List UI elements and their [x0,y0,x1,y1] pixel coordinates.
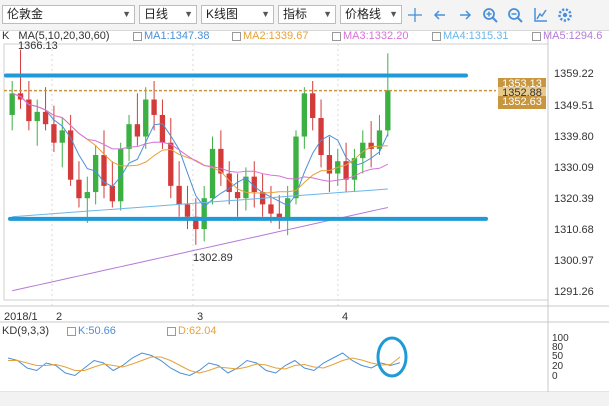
high-annotation: 1366.13 [18,40,58,52]
kd-axis-label: 0 [552,371,558,382]
instrument-value: 伦敦金 [7,7,44,21]
candle-body [143,99,149,137]
candle-body [84,192,90,199]
candle-body [42,111,49,125]
candle-body [134,124,141,137]
candle-body [301,93,308,137]
candle-body [218,148,224,174]
ma4-legend[interactable]: MA4:1315.31 [432,30,510,42]
chevron-down-icon: ▼ [122,9,131,19]
candle-body [118,148,124,202]
candle-body [59,130,65,143]
candle-body [184,204,191,217]
ma1-checkbox[interactable] [133,31,142,41]
chart-area[interactable]: K MA(5,10,20,30,60) MA1:1347.38 MA2:1339… [0,30,609,406]
candle-body [51,124,57,143]
arrow-left-icon[interactable] [431,6,449,24]
candle-body [385,90,391,131]
ma4-value: MA4:1315.31 [443,30,509,42]
kd-d-value: D:62.04 [178,325,217,337]
candle-body [284,198,291,220]
candle-body [109,185,116,202]
k-label: K [2,30,10,42]
kd-d-checkbox[interactable] [167,326,176,336]
x-axis-label: 2018/1 [4,311,38,323]
ma4-line [12,188,388,218]
ma2-legend[interactable]: MA2:1339.67 [232,30,310,42]
ma2-value: MA2:1339.67 [243,30,309,42]
ma3-legend[interactable]: MA3:1332.20 [332,30,410,42]
ma3-checkbox[interactable] [332,31,341,41]
indicator-dropdown[interactable]: 指标 ▼ [278,5,336,24]
ma3-value: MA3:1332.20 [343,30,409,42]
line-type-value: 价格线 [345,7,382,21]
zoom-in-icon[interactable] [481,6,499,24]
price-axis-label: 1339.80 [554,131,594,143]
candle-body [9,93,15,115]
candle-body [234,192,241,199]
price-axis-label: 1349.51 [554,100,594,112]
candle-body [34,111,40,122]
period-value: 日线 [144,7,169,21]
ma1-legend[interactable]: MA1:1347.38 [133,30,211,42]
candle-body [176,185,182,205]
price-axis-label: 1330.09 [554,162,594,174]
price-axis-label: 1310.68 [554,224,594,236]
price-panel-frame [3,43,549,301]
ma5-legend[interactable]: MA5:1294.6 [532,30,609,42]
ma4-checkbox[interactable] [432,31,441,41]
kd-k-checkbox[interactable] [67,326,76,336]
autoscale-icon[interactable] [531,6,549,24]
chevron-down-icon: ▼ [261,9,270,19]
kd-d-line [8,356,401,374]
x-axis-label: 3 [197,311,204,323]
instrument-dropdown[interactable]: 伦敦金 ▼ [2,5,135,24]
period-dropdown[interactable]: 日线 ▼ [139,5,197,24]
scrollbar-track [0,392,609,406]
indicator-value: 指标 [283,7,308,21]
ma5-value: MA5:1294.6 [543,30,603,42]
candle-body [76,179,82,199]
price-tag-low: 1352.63 [498,96,546,109]
ma2-checkbox[interactable] [232,31,241,41]
chevron-down-icon: ▼ [184,9,193,19]
chart-type-dropdown[interactable]: K线图 ▼ [201,5,274,24]
kd-label: KD(9,3,3) [2,325,50,337]
crosshair-icon[interactable] [406,6,424,24]
price-axis-label: 1300.97 [554,255,594,267]
toolbar: 伦敦金 ▼ 日线 ▼ K线图 ▼ 指标 ▼ 价格线 ▼ [0,0,609,31]
x-axis-label: 4 [342,311,349,323]
candle-body [209,148,216,199]
kd-d-legend[interactable]: D:62.04 [167,325,219,337]
line-type-dropdown[interactable]: 价格线 ▼ [340,5,402,24]
candle-body [101,155,107,186]
chevron-down-icon: ▼ [323,9,332,19]
zoom-out-icon[interactable] [506,6,524,24]
candle-body [318,118,324,156]
ma1-value: MA1:1347.38 [144,30,210,42]
price-axis-label: 1320.39 [554,193,594,205]
settings-icon[interactable] [556,6,574,24]
kd-k-legend[interactable]: K:50.66 [67,325,118,337]
candle-body [151,99,157,115]
price-axis-label: 1291.26 [554,286,594,298]
chevron-down-icon: ▼ [389,9,398,19]
candle-body [159,114,166,143]
candle-body [268,204,274,214]
candle-body [126,124,132,149]
candle-body [310,93,316,119]
price-axis-label: 1359.22 [554,68,594,80]
chart-type-value: K线图 [206,7,239,21]
kd-k-value: K:50.66 [78,325,116,337]
x-axis-label: 2 [56,311,63,323]
ma5-checkbox[interactable] [532,31,541,41]
highlight-circle [376,336,408,378]
low-annotation: 1302.89 [193,252,233,264]
arrow-right-icon[interactable] [456,6,474,24]
